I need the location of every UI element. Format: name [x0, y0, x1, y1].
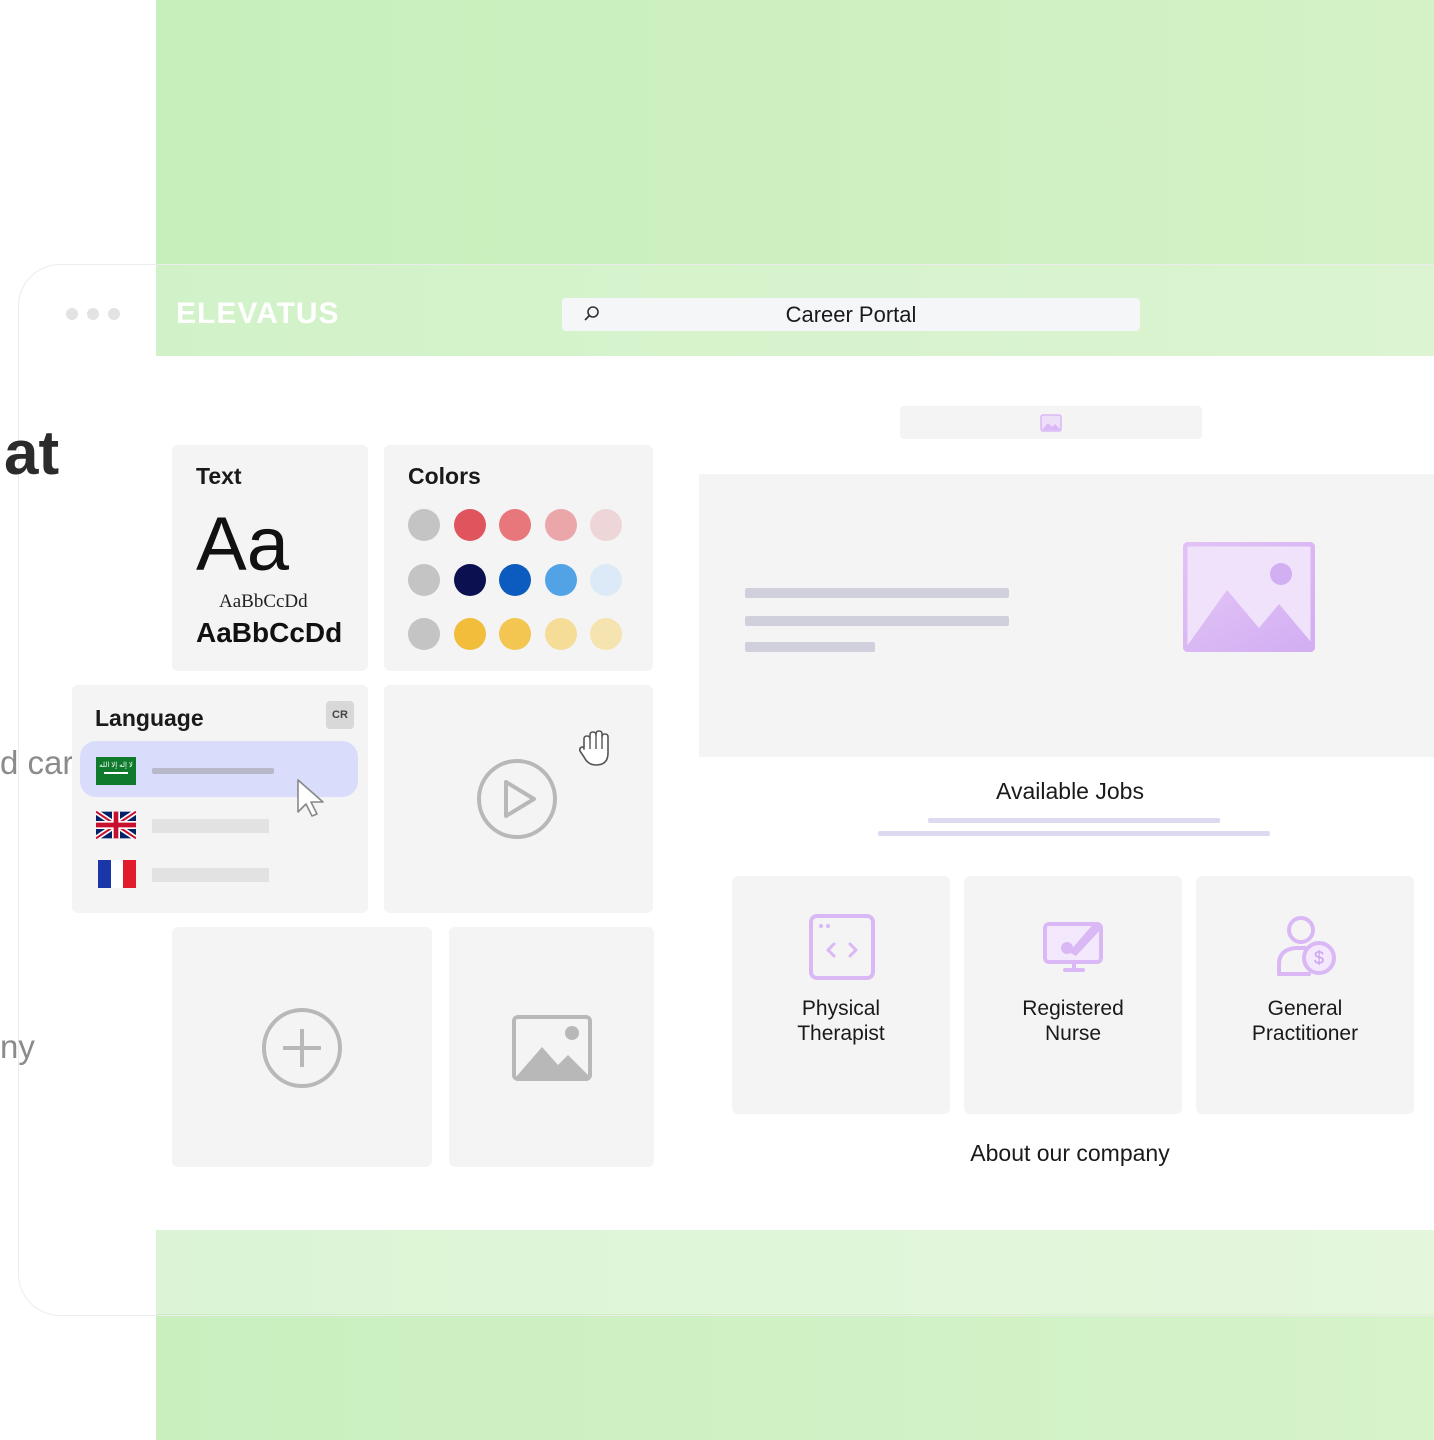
color-swatch[interactable]	[499, 618, 531, 650]
color-swatch[interactable]	[408, 563, 440, 596]
job-card-registered-nurse[interactable]: Registered Nurse	[964, 876, 1182, 1114]
color-swatch[interactable]	[544, 563, 577, 596]
color-swatch[interactable]	[544, 509, 577, 541]
france-flag-icon[interactable]	[98, 860, 137, 888]
image-block-card[interactable]	[449, 927, 654, 1167]
video-card[interactable]	[384, 685, 653, 913]
window-dot-icon[interactable]	[66, 308, 78, 320]
color-swatch[interactable]	[408, 618, 440, 650]
color-swatch[interactable]	[453, 563, 486, 596]
address-bar-text: Career Portal	[785, 302, 917, 327]
colors-card-title: Colors	[408, 463, 481, 489]
text-sample-serif: AaBbCcDd	[219, 591, 308, 612]
hero-banner[interactable]	[699, 474, 1434, 757]
color-swatch[interactable]	[453, 509, 486, 541]
color-swatch[interactable]	[544, 618, 577, 650]
color-swatch[interactable]	[499, 563, 531, 596]
language-badge[interactable]: CR	[326, 701, 354, 729]
text-card-title: Text	[196, 463, 242, 489]
hero-text-placeholder	[745, 616, 1009, 626]
color-swatch[interactable]	[499, 509, 531, 541]
available-jobs-title: Available Jobs	[996, 778, 1144, 804]
language-label-placeholder	[152, 819, 269, 833]
hero-text-placeholder	[745, 588, 1009, 598]
language-card-title: Language	[95, 705, 204, 731]
text-sample-large: Aa	[196, 502, 289, 587]
job-title: General Practitioner	[1251, 997, 1359, 1045]
color-swatch[interactable]	[590, 618, 622, 650]
color-swatch-grid	[408, 509, 638, 659]
color-swatch[interactable]	[408, 509, 440, 541]
code-window-icon	[809, 914, 875, 980]
image-icon[interactable]	[512, 1015, 592, 1081]
person-dollar-icon: $	[1277, 916, 1336, 976]
background-heading-fragment: at	[4, 419, 60, 488]
language-label-placeholder	[152, 768, 274, 774]
image-placeholder-icon	[1040, 414, 1062, 432]
hero-text-placeholder	[745, 642, 875, 652]
color-swatch[interactable]	[453, 618, 486, 650]
add-icon[interactable]	[261, 1007, 343, 1089]
mouse-pointer-icon	[297, 779, 324, 817]
text-sample-bold: AaBbCcDd	[196, 617, 343, 648]
job-title: Registered Nurse	[1022, 997, 1124, 1045]
saudi-flag-icon: لا إله إلا الله	[96, 757, 136, 785]
window-dot-icon[interactable]	[87, 308, 99, 320]
svg-text:$: $	[1314, 948, 1324, 968]
logo-placeholder[interactable]	[900, 406, 1202, 439]
window-dot-icon[interactable]	[108, 308, 120, 320]
job-card-general-practitioner[interactable]: $ General Practitioner	[1196, 876, 1414, 1114]
address-bar[interactable]: Career Portal	[562, 298, 1140, 331]
colors-card[interactable]: Colors	[384, 445, 653, 671]
hand-cursor-icon	[578, 730, 609, 766]
monitor-edit-icon	[1043, 922, 1103, 972]
hero-image-icon	[1183, 542, 1315, 652]
job-title: Physical Therapist	[797, 997, 885, 1045]
play-icon[interactable]	[476, 758, 558, 840]
job-card-physical-therapist[interactable]: Physical Therapist	[732, 876, 950, 1114]
title-underline	[878, 831, 1270, 836]
add-block-card[interactable]	[172, 927, 432, 1167]
color-swatch[interactable]	[590, 509, 622, 541]
language-label-placeholder	[152, 868, 269, 882]
color-swatch[interactable]	[590, 563, 622, 596]
uk-flag-icon[interactable]	[94, 809, 138, 841]
text-style-card[interactable]: Text Aa AaBbCcDd AaBbCcDd	[172, 445, 368, 671]
title-underline	[928, 818, 1220, 823]
elevatus-logo: ELEVATUS	[176, 297, 340, 330]
background-text-fragment: d car	[0, 744, 74, 781]
background-text-fragment-2: ny	[0, 1028, 35, 1065]
about-company-title: About our company	[970, 1140, 1170, 1166]
